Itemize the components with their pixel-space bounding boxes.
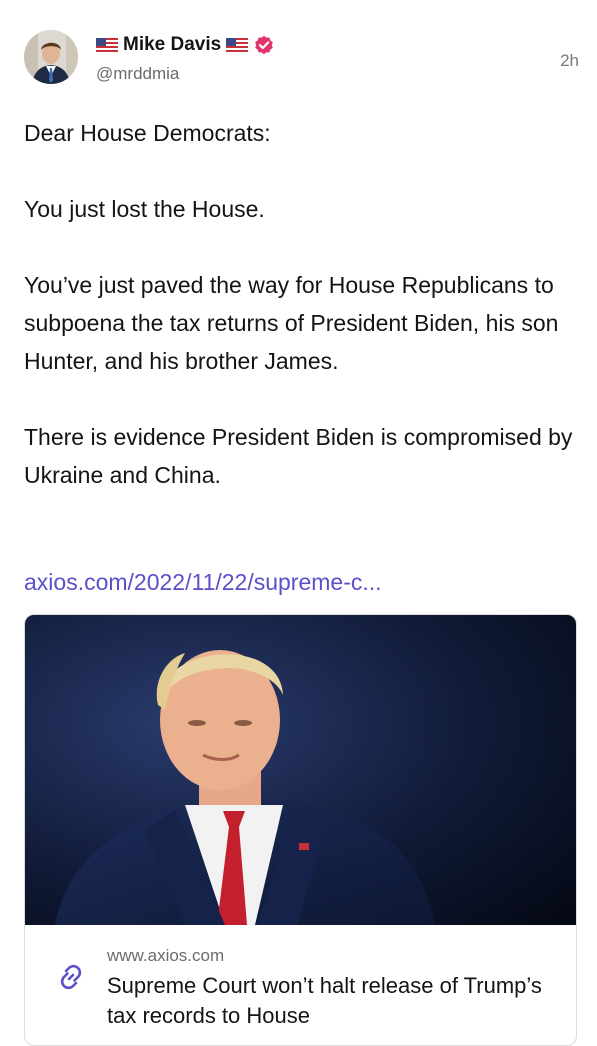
link-preview-meta[interactable]: www.axios.com Supreme Court won’t halt r… <box>25 925 576 1045</box>
link-preview-domain: www.axios.com <box>107 946 225 965</box>
post-link[interactable]: axios.com/2022/11/22/supreme-c... <box>24 563 382 601</box>
verified-badge-icon <box>254 35 274 55</box>
link-preview-image[interactable] <box>25 615 576 925</box>
author-handle[interactable]: @mrddmia <box>96 64 179 84</box>
post-timestamp[interactable]: 2h <box>560 51 579 71</box>
post-paragraph: Dear House Democrats: <box>24 120 271 146</box>
post-body: Dear House Democrats: You just lost the … <box>24 114 579 532</box>
us-flag-icon <box>96 37 118 53</box>
us-flag-icon <box>226 37 249 53</box>
avatar[interactable] <box>24 30 78 84</box>
post-header: Mike Davis @mrddmia 2h <box>24 28 579 88</box>
link-icon <box>55 961 87 993</box>
author-name-row[interactable]: Mike Davis <box>96 34 274 56</box>
post-paragraph: You’ve just paved the way for House Repu… <box>24 272 559 374</box>
post-paragraph: There is evidence President Biden is com… <box>24 424 573 488</box>
author-name: Mike Davis <box>123 34 222 55</box>
link-preview-card[interactable]: www.axios.com Supreme Court won’t halt r… <box>24 614 577 1046</box>
post-paragraph: You just lost the House. <box>24 196 265 222</box>
link-preview-title: Supreme Court won’t halt release of Trum… <box>107 973 542 1028</box>
